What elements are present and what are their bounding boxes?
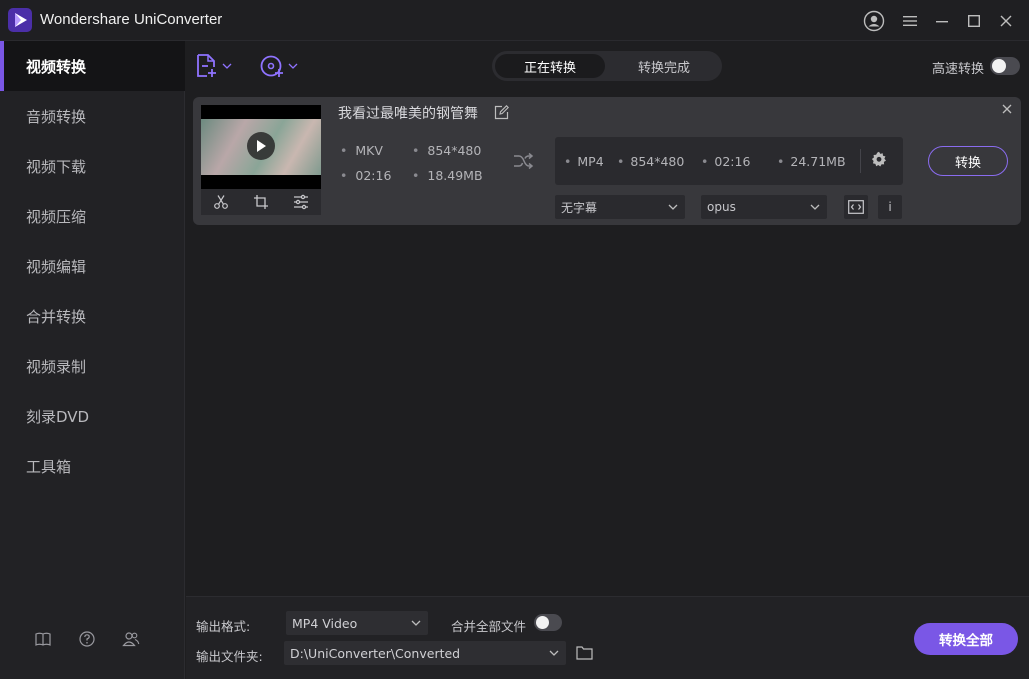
source-resolution: 854*480 bbox=[412, 143, 481, 158]
sidebar-item-label: 合并转换 bbox=[26, 307, 87, 326]
source-format: MKV bbox=[340, 143, 383, 158]
chevron-down-icon bbox=[222, 63, 232, 69]
app-title: Wondershare UniConverter bbox=[40, 11, 223, 28]
minimize-icon[interactable] bbox=[930, 9, 954, 33]
sidebar-item-label: 音频转换 bbox=[26, 107, 87, 126]
convert-all-button[interactable]: 转换全部 bbox=[914, 623, 1018, 655]
play-icon[interactable] bbox=[247, 132, 275, 160]
users-icon[interactable] bbox=[121, 629, 141, 649]
sidebar: 视频转换 音频转换 视频下载 视频压缩 视频编辑 合并转换 视频录制 刻录DVD… bbox=[0, 41, 185, 679]
folder-icon[interactable] bbox=[576, 645, 594, 663]
subtitle-edit-icon[interactable] bbox=[844, 195, 868, 219]
merge-toggle[interactable] bbox=[534, 614, 562, 631]
sidebar-item-label: 视频压缩 bbox=[26, 207, 87, 226]
add-disc-icon bbox=[260, 55, 283, 77]
sidebar-item-video-compress[interactable]: 视频压缩 bbox=[0, 191, 185, 241]
effects-icon[interactable] bbox=[291, 192, 311, 212]
add-disc-button[interactable] bbox=[260, 53, 298, 79]
thumbnail-tools bbox=[201, 189, 321, 215]
account-icon[interactable] bbox=[862, 9, 886, 33]
sidebar-item-label: 工具箱 bbox=[26, 457, 72, 476]
output-format-select[interactable]: MP4 Video bbox=[286, 611, 428, 635]
turbo-toggle[interactable] bbox=[990, 57, 1020, 75]
remove-task-icon[interactable] bbox=[999, 101, 1015, 117]
title-bar: Wondershare UniConverter bbox=[0, 0, 1029, 41]
toggle-knob bbox=[992, 59, 1006, 73]
target-size: 24.71MB bbox=[777, 154, 845, 169]
target-duration: 02:16 bbox=[701, 154, 750, 169]
output-folder-label: 输出文件夹: bbox=[196, 649, 263, 664]
trim-icon[interactable] bbox=[211, 192, 231, 212]
bottom-bar: 输出格式: MP4 Video 合并全部文件 输出文件夹: D:\UniConv… bbox=[186, 596, 1029, 679]
sidebar-item-label: 视频转换 bbox=[26, 57, 87, 76]
sidebar-item-label: 视频编辑 bbox=[26, 257, 87, 276]
merge-label: 合并全部文件 bbox=[451, 619, 527, 634]
target-info-box: MP4 854*480 02:16 24.71MB bbox=[555, 137, 903, 185]
file-title: 我看过最唯美的钢管舞 bbox=[338, 106, 478, 122]
help-icon[interactable] bbox=[77, 629, 97, 649]
sidebar-item-label: 刻录DVD bbox=[26, 407, 90, 426]
task-card: 我看过最唯美的钢管舞 MKV 854*480 02:16 18.49MB MP4… bbox=[193, 97, 1021, 225]
divider bbox=[860, 149, 861, 173]
info-button[interactable]: i bbox=[878, 195, 902, 219]
sidebar-item-video-download[interactable]: 视频下载 bbox=[0, 141, 185, 191]
convert-button[interactable]: 转换 bbox=[928, 146, 1008, 176]
sidebar-item-video-edit[interactable]: 视频编辑 bbox=[0, 241, 185, 291]
add-file-icon bbox=[197, 54, 216, 77]
book-icon[interactable] bbox=[33, 629, 53, 649]
target-format: MP4 bbox=[564, 154, 603, 169]
crop-icon[interactable] bbox=[251, 192, 271, 212]
audio-track-value: opus bbox=[707, 200, 736, 214]
tab-finished[interactable]: 转换完成 bbox=[609, 54, 719, 78]
target-resolution: 854*480 bbox=[617, 154, 684, 169]
status-tabs: 正在转换 转换完成 bbox=[492, 51, 722, 81]
source-size: 18.49MB bbox=[412, 168, 482, 183]
output-folder-value: D:\UniConverter\Converted bbox=[290, 645, 461, 661]
video-thumbnail[interactable] bbox=[201, 105, 321, 189]
app-logo-icon bbox=[8, 8, 32, 32]
close-icon[interactable] bbox=[994, 9, 1018, 33]
sidebar-item-toolbox[interactable]: 工具箱 bbox=[0, 441, 185, 491]
maximize-icon[interactable] bbox=[962, 9, 986, 33]
info-icon: i bbox=[888, 200, 892, 214]
sidebar-item-record[interactable]: 视频录制 bbox=[0, 341, 185, 391]
gear-icon[interactable] bbox=[871, 151, 889, 169]
subtitle-value: 无字幕 bbox=[561, 200, 598, 215]
sidebar-item-merge[interactable]: 合并转换 bbox=[0, 291, 185, 341]
turbo-label: 高速转换 bbox=[932, 62, 985, 77]
toggle-knob bbox=[536, 616, 549, 629]
rename-icon[interactable] bbox=[494, 105, 510, 121]
shuffle-icon bbox=[514, 152, 534, 170]
toolbar: 正在转换 转换完成 高速转换 bbox=[186, 41, 1029, 91]
sidebar-item-burn-dvd[interactable]: 刻录DVD bbox=[0, 391, 185, 441]
menu-icon[interactable] bbox=[898, 9, 922, 33]
chevron-down-icon bbox=[810, 204, 820, 210]
chevron-down-icon bbox=[411, 620, 421, 626]
chevron-down-icon bbox=[288, 63, 298, 69]
add-file-button[interactable] bbox=[196, 53, 232, 79]
audio-track-select[interactable]: opus bbox=[701, 195, 827, 219]
source-duration: 02:16 bbox=[340, 168, 391, 183]
sidebar-item-label: 视频录制 bbox=[26, 357, 87, 376]
chevron-down-icon bbox=[668, 204, 678, 210]
tab-converting[interactable]: 正在转换 bbox=[495, 54, 605, 78]
chevron-down-icon bbox=[549, 650, 559, 656]
sidebar-item-label: 视频下载 bbox=[26, 157, 87, 176]
output-format-value: MP4 Video bbox=[292, 615, 358, 631]
sidebar-item-video-convert[interactable]: 视频转换 bbox=[0, 41, 185, 91]
output-folder-select[interactable]: D:\UniConverter\Converted bbox=[284, 641, 566, 665]
subtitle-select[interactable]: 无字幕 bbox=[555, 195, 685, 219]
output-format-label: 输出格式: bbox=[196, 619, 251, 634]
sidebar-item-audio-convert[interactable]: 音频转换 bbox=[0, 91, 185, 141]
